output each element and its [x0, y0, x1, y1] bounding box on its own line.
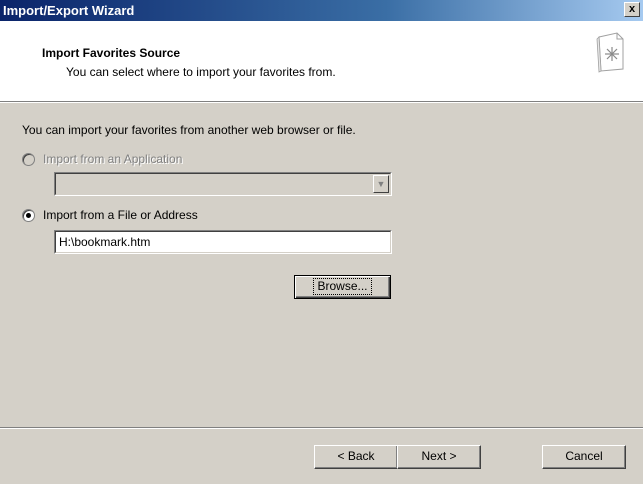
- next-button-label: Next >: [421, 449, 457, 463]
- page-subtitle: You can select where to import your favo…: [66, 65, 336, 79]
- back-button[interactable]: < Back: [314, 445, 398, 469]
- next-button[interactable]: Next >: [397, 445, 481, 469]
- window-title: Import/Export Wizard: [3, 3, 135, 18]
- radio-file-circle[interactable]: [22, 208, 35, 222]
- application-combobox[interactable]: ▼: [54, 172, 392, 196]
- wizard-header: Import Favorites Source You can select w…: [0, 21, 643, 102]
- radio-import-application[interactable]: Import from an Application: [22, 152, 182, 166]
- header-divider: [0, 102, 643, 103]
- browse-button-label: Browse...: [313, 278, 372, 295]
- radio-application-label: Import from an Application: [43, 152, 183, 166]
- favorites-document-icon: [596, 32, 624, 73]
- radio-file-label: Import from a File or Address: [43, 208, 198, 222]
- file-path-field[interactable]: [54, 230, 392, 254]
- close-button[interactable]: x: [624, 2, 640, 17]
- close-icon: x: [628, 3, 636, 15]
- chevron-down-icon[interactable]: ▼: [373, 175, 389, 193]
- browse-button[interactable]: Browse...: [294, 275, 391, 299]
- window-titlebar[interactable]: Import/Export Wizard x: [0, 0, 643, 21]
- page-title: Import Favorites Source: [42, 46, 181, 60]
- file-path-input[interactable]: [57, 233, 389, 251]
- back-button-label: < Back: [337, 449, 375, 463]
- cancel-button-label: Cancel: [565, 449, 603, 463]
- footer-divider-highlight: [0, 428, 643, 429]
- intro-text: You can import your favorites from anoth…: [22, 123, 356, 137]
- radio-import-file[interactable]: Import from a File or Address: [22, 208, 198, 222]
- radio-application-circle[interactable]: [22, 152, 35, 166]
- cancel-button[interactable]: Cancel: [542, 445, 626, 469]
